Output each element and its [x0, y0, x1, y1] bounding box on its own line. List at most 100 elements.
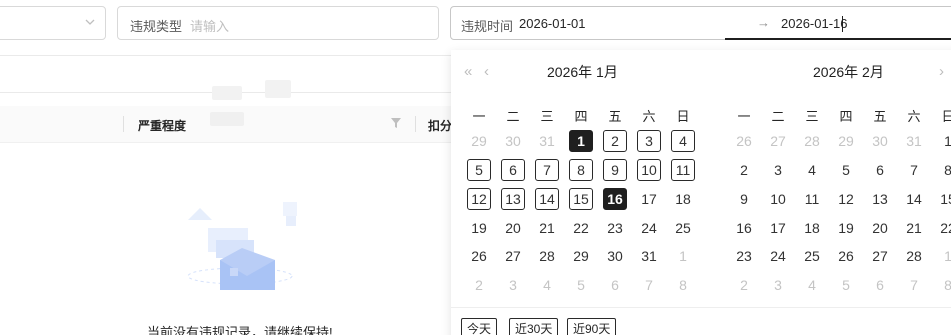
next-month-icon[interactable]: ›	[939, 63, 944, 80]
calendar-day[interactable]: 21	[535, 217, 559, 239]
calendar-day[interactable]: 8	[936, 274, 951, 296]
calendar-day[interactable]: 31	[902, 130, 926, 152]
calendar-day[interactable]: 2	[467, 274, 491, 296]
calendar-day[interactable]: 22	[936, 217, 951, 239]
calendar-day[interactable]: 7	[902, 274, 926, 296]
calendar-day[interactable]: 25	[800, 245, 824, 267]
start-date-input[interactable]: 2026-01-01	[519, 16, 586, 31]
calendar-day[interactable]: 26	[834, 245, 858, 267]
calendar-day[interactable]: 13	[501, 188, 525, 210]
calendar-day[interactable]: 11	[800, 188, 824, 210]
calendar-day[interactable]: 20	[501, 217, 525, 239]
column-header-points[interactable]: 扣分	[428, 117, 452, 134]
prev-year-icon[interactable]: «	[464, 63, 472, 80]
calendar-day[interactable]: 31	[637, 245, 661, 267]
calendar-day[interactable]: 28	[535, 245, 559, 267]
calendar-day[interactable]: 3	[501, 274, 525, 296]
calendar-day[interactable]: 27	[766, 130, 790, 152]
calendar-day[interactable]: 7	[902, 159, 926, 181]
calendar-day[interactable]: 31	[535, 130, 559, 152]
calendar-day[interactable]: 7	[637, 274, 661, 296]
calendar-day[interactable]: 3	[766, 274, 790, 296]
calendar-day[interactable]: 19	[467, 217, 491, 239]
calendar-day[interactable]: 5	[834, 274, 858, 296]
calendar-day[interactable]: 6	[603, 274, 627, 296]
calendar-day[interactable]: 14	[902, 188, 926, 210]
calendar-day[interactable]: 21	[902, 217, 926, 239]
calendar-day[interactable]: 27	[501, 245, 525, 267]
prev-month-icon[interactable]: ‹	[484, 63, 489, 80]
calendar-day[interactable]: 12	[834, 188, 858, 210]
preset-90-days-button[interactable]: 近90天	[567, 318, 617, 335]
calendar-day[interactable]: 8	[569, 159, 593, 181]
calendar-day[interactable]: 10	[637, 159, 661, 181]
calendar-day[interactable]: 6	[868, 274, 892, 296]
calendar-day[interactable]: 6	[868, 159, 892, 181]
violation-time-range-picker[interactable]: 违规时间 2026-01-01 → 2026-01-16	[450, 6, 951, 40]
calendar-day[interactable]: 26	[732, 130, 756, 152]
calendar-day[interactable]: 14	[535, 188, 559, 210]
status-select[interactable]	[0, 6, 106, 40]
calendar-day[interactable]: 8	[936, 159, 951, 181]
calendar-day[interactable]: 26	[467, 245, 491, 267]
calendar-day[interactable]: 30	[868, 130, 892, 152]
calendar-day[interactable]: 30	[603, 245, 627, 267]
calendar-day[interactable]: 7	[535, 159, 559, 181]
calendar-day[interactable]: 3	[637, 130, 661, 152]
preset-30-days-button[interactable]: 近30天	[509, 318, 559, 335]
calendar-day[interactable]: 20	[868, 217, 892, 239]
calendar-day[interactable]: 17	[766, 217, 790, 239]
column-header-severity[interactable]: 严重程度	[138, 117, 186, 134]
calendar-day[interactable]: 15	[936, 188, 951, 210]
calendar-day[interactable]: 29	[569, 245, 593, 267]
calendar-day[interactable]: 18	[800, 217, 824, 239]
month-title-left[interactable]: 2026年 1月	[547, 62, 618, 82]
calendar-day[interactable]: 22	[569, 217, 593, 239]
calendar-day[interactable]: 27	[868, 245, 892, 267]
calendar-day[interactable]: 4	[800, 274, 824, 296]
end-date-input[interactable]: 2026-01-16	[781, 16, 848, 31]
calendar-day[interactable]: 1	[936, 130, 951, 152]
calendar-day[interactable]: 2	[732, 274, 756, 296]
calendar-day[interactable]: 5	[467, 159, 491, 181]
calendar-day[interactable]: 5	[834, 159, 858, 181]
calendar-day[interactable]: 28	[800, 130, 824, 152]
calendar-day[interactable]: 23	[603, 217, 627, 239]
calendar-day[interactable]: 2	[603, 130, 627, 152]
calendar-day[interactable]: 4	[535, 274, 559, 296]
calendar-day[interactable]: 11	[671, 159, 695, 181]
calendar-day[interactable]: 29	[834, 130, 858, 152]
calendar-day[interactable]: 16	[732, 217, 756, 239]
calendar-day[interactable]: 19	[834, 217, 858, 239]
calendar-day[interactable]: 3	[766, 159, 790, 181]
calendar-day[interactable]: 25	[671, 217, 695, 239]
calendar-day[interactable]: 28	[902, 245, 926, 267]
violation-type-field[interactable]: 违规类型 请输入	[117, 6, 439, 40]
filter-icon[interactable]	[391, 118, 401, 128]
calendar-day[interactable]: 23	[732, 245, 756, 267]
calendar-day[interactable]: 24	[637, 217, 661, 239]
calendar-day[interactable]: 6	[501, 159, 525, 181]
calendar-day[interactable]: 18	[671, 188, 695, 210]
calendar-day[interactable]: 9	[603, 159, 627, 181]
violation-type-input[interactable]: 请输入	[190, 16, 229, 35]
calendar-day[interactable]: 10	[766, 188, 790, 210]
calendar-day[interactable]: 12	[467, 188, 491, 210]
calendar-day[interactable]: 17	[637, 188, 661, 210]
calendar-day[interactable]: 9	[732, 188, 756, 210]
calendar-day[interactable]: 1	[671, 245, 695, 267]
calendar-day[interactable]: 1	[569, 130, 593, 152]
calendar-day[interactable]: 13	[868, 188, 892, 210]
calendar-day[interactable]: 8	[671, 274, 695, 296]
calendar-day[interactable]: 4	[800, 159, 824, 181]
calendar-day[interactable]: 5	[569, 274, 593, 296]
calendar-day[interactable]: 1	[936, 245, 951, 267]
calendar-day[interactable]: 15	[569, 188, 593, 210]
calendar-day[interactable]: 2	[732, 159, 756, 181]
calendar-day[interactable]: 16	[603, 188, 627, 210]
month-title-right[interactable]: 2026年 2月	[813, 62, 884, 82]
calendar-day[interactable]: 24	[766, 245, 790, 267]
calendar-day[interactable]: 29	[467, 130, 491, 152]
preset-today-button[interactable]: 今天	[461, 318, 498, 335]
calendar-day[interactable]: 30	[501, 130, 525, 152]
